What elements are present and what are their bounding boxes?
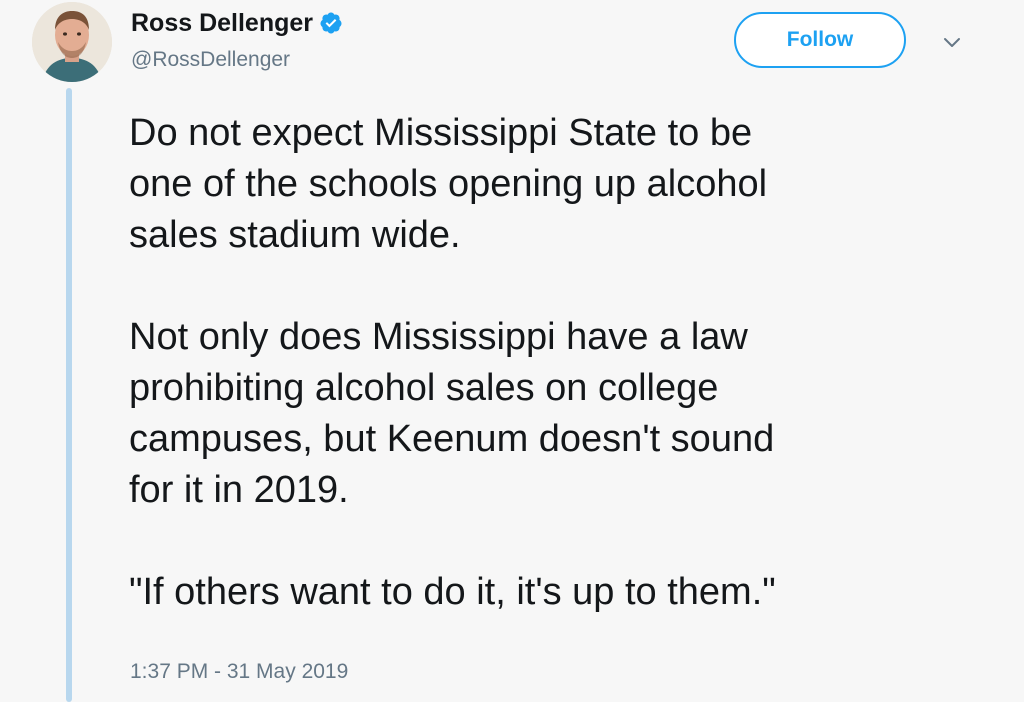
follow-button[interactable]: Follow [734, 12, 906, 68]
thread-line [66, 88, 72, 702]
verified-badge-icon [319, 11, 343, 35]
tweet-line: campuses, but Keenum doesn't sound [129, 418, 775, 460]
avatar[interactable] [32, 2, 112, 82]
tweet-line: one of the schools opening up alcohol [129, 163, 768, 205]
tweet-text: Do not expect Mississippi State to be on… [129, 108, 1009, 618]
tweet-line: Do not expect Mississippi State to be [129, 112, 753, 154]
tweet-timestamp[interactable]: 1:37 PM - 31 May 2019 [130, 660, 348, 684]
tweet-line: sales stadium wide. [129, 214, 461, 256]
tweet-line: Not only does Mississippi have a law [129, 316, 748, 358]
tweet-line: for it in 2019. [129, 469, 349, 511]
tweet-paragraph: "If others want to do it, it's up to the… [129, 567, 1009, 618]
chevron-down-icon[interactable] [940, 30, 964, 54]
avatar-photo [32, 2, 112, 82]
author-display-name[interactable]: Ross Dellenger [131, 9, 313, 38]
tweet-line: "If others want to do it, it's up to the… [129, 571, 776, 613]
tweet-paragraph: Do not expect Mississippi State to be on… [129, 108, 1009, 261]
author-handle[interactable]: @RossDellenger [131, 48, 290, 72]
tweet-paragraph: Not only does Mississippi have a law pro… [129, 312, 1009, 516]
tweet-card: Ross Dellenger @RossDellenger Follow Do … [0, 0, 1024, 702]
author-name-row: Ross Dellenger [131, 6, 343, 40]
tweet-line: prohibiting alcohol sales on college [129, 367, 719, 409]
